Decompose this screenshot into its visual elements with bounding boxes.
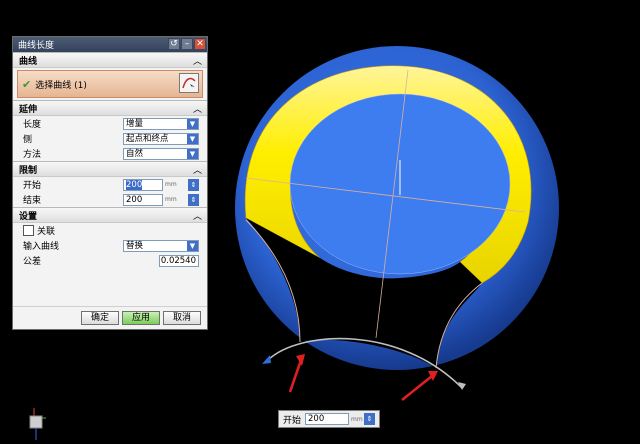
end-label: 结束 <box>23 196 42 206</box>
select-curve-row[interactable]: ✔ 选择曲线 (1) <box>17 70 203 98</box>
side-label: 侧 <box>23 135 33 145</box>
close-icon[interactable]: ✕ <box>194 38 206 50</box>
input-curve-dropdown[interactable]: 替换 ▼ <box>123 239 199 252</box>
end-unit: mm <box>165 196 177 203</box>
dialog-button-bar: 确定 应用 取消 <box>13 306 207 329</box>
start-unit: mm <box>165 181 177 188</box>
spinner-icon[interactable]: ⇕ <box>188 178 199 191</box>
method-dropdown[interactable]: 自然 ▼ <box>123 147 199 160</box>
onscreen-start-input: 开始 200 mm ⇕ <box>278 410 380 428</box>
associative-label: 关联 <box>37 227 56 237</box>
chevron-up-icon[interactable]: ︿ <box>193 54 202 67</box>
associative-row: 关联 <box>13 223 207 238</box>
apply-button[interactable]: 应用 <box>122 311 160 325</box>
side-row: 侧 起点和终点 ▼ <box>13 131 207 146</box>
dropdown-arrow-icon[interactable]: ▼ <box>187 148 198 159</box>
chevron-up-icon[interactable]: ︿ <box>193 163 202 176</box>
length-dropdown[interactable]: 增量 ▼ <box>123 117 199 130</box>
onscreen-start-field[interactable]: 200 <box>305 413 350 425</box>
method-label: 方法 <box>23 150 42 160</box>
section-curve-header[interactable]: 曲线 ︿ <box>13 52 207 68</box>
spinner-icon[interactable]: ⇕ <box>364 413 375 425</box>
dialog-title: 曲线长度 <box>18 41 55 51</box>
coordinate-triad-icon <box>29 408 46 440</box>
method-row: 方法 自然 ▼ <box>13 146 207 161</box>
dropdown-arrow-icon[interactable]: ▼ <box>187 240 198 251</box>
cancel-button[interactable]: 取消 <box>163 311 201 325</box>
spinner-icon[interactable]: ⇕ <box>188 193 199 206</box>
length-label: 长度 <box>23 120 42 130</box>
red-arrow-left <box>288 354 305 393</box>
chevron-up-icon[interactable]: ︿ <box>193 209 202 222</box>
select-curve-label: 选择曲线 (1) <box>35 80 87 91</box>
checkmark-icon: ✔ <box>22 77 32 91</box>
curve-select-icon[interactable] <box>179 73 199 93</box>
start-input[interactable]: 200 <box>123 178 163 191</box>
tolerance-row: 公差 0.02540 <box>13 253 207 268</box>
tolerance-input[interactable]: 0.02540 <box>159 254 199 267</box>
dropdown-arrow-icon[interactable]: ▼ <box>187 118 198 129</box>
input-curve-row: 输入曲线 替换 ▼ <box>13 238 207 253</box>
start-label: 开始 <box>23 181 42 191</box>
end-input[interactable]: 200 <box>123 193 163 206</box>
associative-checkbox[interactable] <box>23 225 34 236</box>
dropdown-arrow-icon[interactable]: ▼ <box>187 133 198 144</box>
chevron-up-icon[interactable]: ︿ <box>193 102 202 115</box>
red-arrow-right <box>401 371 438 402</box>
section-settings-header[interactable]: 设置 ︿ <box>13 207 207 223</box>
section-limits-header[interactable]: 限制 ︿ <box>13 161 207 177</box>
tolerance-label: 公差 <box>23 257 42 267</box>
dialog-titlebar[interactable]: 曲线长度 ↺ – ✕ <box>13 37 207 52</box>
side-dropdown[interactable]: 起点和终点 ▼ <box>123 132 199 145</box>
onscreen-start-unit: mm <box>351 415 363 423</box>
curve-length-dialog: 曲线长度 ↺ – ✕ 曲线 ︿ ✔ 选择曲线 (1) 延伸 ︿ 长度 增量 ▼ 侧… <box>12 36 208 330</box>
arc-end-arrow-left <box>262 355 271 364</box>
section-extend-header[interactable]: 延伸 ︿ <box>13 100 207 116</box>
length-row: 长度 增量 ▼ <box>13 116 207 131</box>
ok-button[interactable]: 确定 <box>81 311 119 325</box>
start-row: 开始 200 mm ⇕ <box>13 177 207 192</box>
onscreen-start-label: 开始 <box>283 415 302 426</box>
minimize-icon[interactable]: – <box>181 38 193 50</box>
input-curve-label: 输入曲线 <box>23 242 60 252</box>
reset-icon[interactable]: ↺ <box>168 38 180 50</box>
end-row: 结束 200 mm ⇕ <box>13 192 207 207</box>
